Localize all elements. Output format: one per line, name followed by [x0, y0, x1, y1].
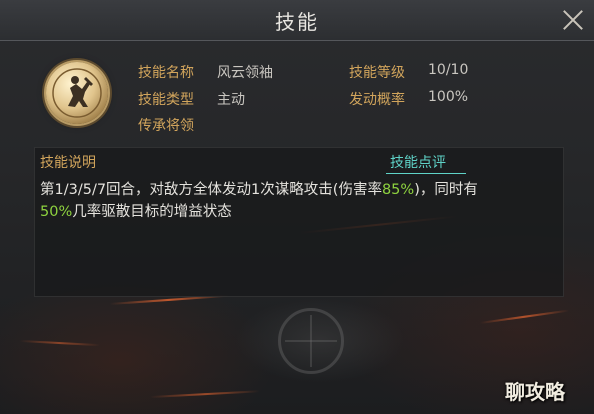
- description-line-2: 50%几率驱散目标的增益状态: [40, 200, 232, 221]
- description-panel: [34, 147, 564, 297]
- wheel-decoration: [278, 308, 344, 374]
- description-title: 技能说明: [40, 155, 96, 171]
- skill-level-value: 10/10: [428, 62, 469, 78]
- skill-name-value: 风云领袖: [217, 65, 273, 81]
- watermark-logo: 聊攻略: [505, 380, 565, 404]
- trigger-chance-label: 发动概率: [349, 92, 405, 108]
- inherit-general-label: 传承将领: [138, 118, 194, 134]
- description-text: 第1/3/5/7回合，对敌方全体发动1次谋略攻击(伤害率: [40, 182, 382, 198]
- skill-name-label: 技能名称: [138, 65, 194, 81]
- skill-level-label: 技能等级: [349, 65, 405, 81]
- skill-review-link[interactable]: 技能点评: [390, 152, 446, 172]
- damage-rate-value: 85%: [381, 182, 415, 198]
- description-text: )，同时有: [414, 182, 478, 198]
- description-text: 几率驱散目标的增益状态: [72, 204, 232, 220]
- trigger-chance-value: 100%: [428, 89, 469, 105]
- skill-type-label: 技能类型: [138, 92, 194, 108]
- title-bar: 技能: [0, 0, 594, 41]
- dispel-chance-value: 50%: [40, 204, 73, 220]
- skill-type-value: 主动: [217, 92, 245, 108]
- window-title: 技能: [275, 10, 319, 34]
- description-line-1: 第1/3/5/7回合，对敌方全体发动1次谋略攻击(伤害率85%)，同时有: [40, 178, 478, 199]
- skill-emblem-icon: [46, 62, 108, 124]
- close-icon[interactable]: [558, 5, 588, 35]
- review-link-underline: [386, 173, 466, 174]
